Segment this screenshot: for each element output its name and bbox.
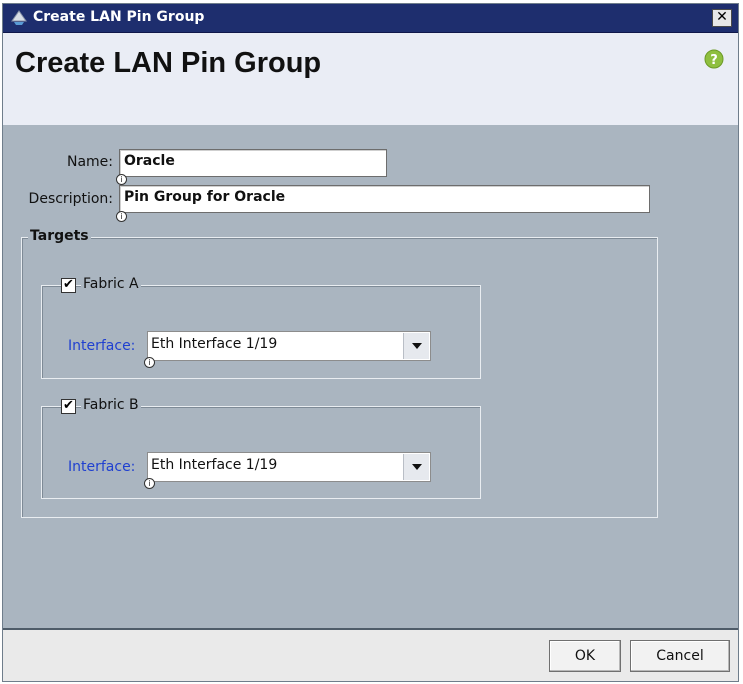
targets-legend: Targets [28,228,91,244]
info-icon: i [116,211,127,222]
svg-text:?: ? [710,53,718,68]
interface-b-value: Eth Interface 1/19 [151,457,278,473]
fabric-b-group: ✔ Fabric B Interface: Eth Interface 1/19… [41,397,481,499]
description-field[interactable]: Pin Group for Oracle [119,185,650,213]
interface-b-select[interactable]: Eth Interface 1/19 [147,452,431,482]
name-label: Name: [66,154,113,170]
interface-b-label: Interface: [68,459,136,475]
info-icon: i [144,357,155,368]
chevron-down-icon[interactable] [403,333,429,359]
interface-a-select[interactable]: Eth Interface 1/19 [147,331,431,361]
description-label: Description: [28,191,113,207]
interface-a-value: Eth Interface 1/19 [151,336,278,352]
window-title: Create LAN Pin Group [33,9,205,25]
targets-group: Targets ✔ Fabric A Interface: Eth Interf… [21,228,658,518]
fabric-b-label: Fabric B [81,397,141,413]
fabric-a-label: Fabric A [81,276,141,292]
info-icon: i [116,174,127,185]
chevron-down-icon[interactable] [403,454,429,480]
cancel-button[interactable]: Cancel [630,640,730,672]
page-title: Create LAN Pin Group [15,47,322,79]
help-icon[interactable]: ? [704,49,724,69]
dialog-content: Name: Oracle i Description: Pin Group fo… [3,125,738,628]
interface-a-label: Interface: [68,338,136,354]
dialog-header: Create LAN Pin Group ? [3,33,738,125]
close-button[interactable]: ✕ [712,9,732,27]
fabric-b-checkbox[interactable]: ✔ [61,399,76,414]
name-field[interactable]: Oracle [119,149,387,177]
ok-button[interactable]: OK [549,640,621,672]
fabric-a-checkbox[interactable]: ✔ [61,278,76,293]
title-bar[interactable]: Create LAN Pin Group ✕ [3,4,738,33]
info-icon: i [144,478,155,489]
dialog-footer: OK Cancel [3,628,738,681]
fabric-a-group: ✔ Fabric A Interface: Eth Interface 1/19… [41,276,481,379]
app-icon [11,10,27,25]
create-lan-pin-group-dialog: Create LAN Pin Group ✕ Create LAN Pin Gr… [2,3,739,682]
